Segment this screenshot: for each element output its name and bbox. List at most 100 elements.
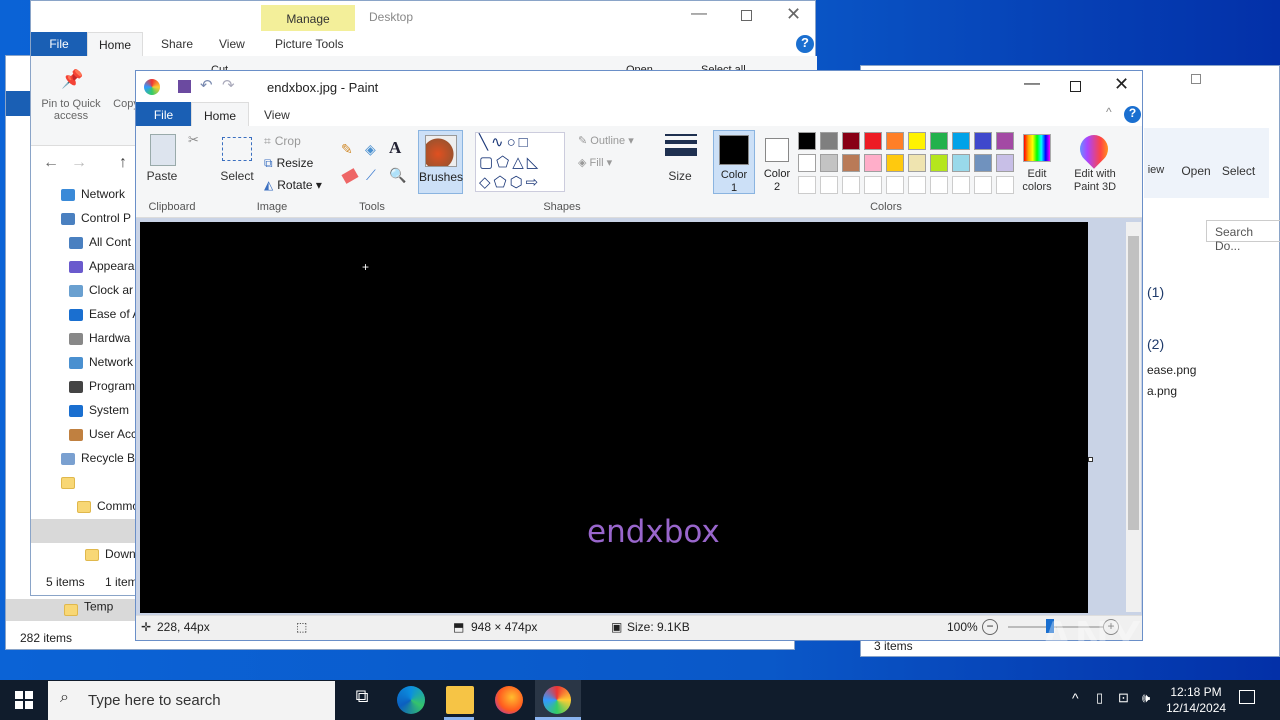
back-button[interactable]: ← [43, 154, 59, 172]
canvas-image[interactable]: + endxbox [140, 222, 1088, 613]
tab-home[interactable]: Home [87, 32, 143, 57]
nav-item[interactable]: Appeara [69, 259, 137, 273]
palette-color-swatch[interactable] [974, 154, 992, 172]
shapes-gallery[interactable]: ╲∿○□ ▢⬠△◺ ◇⬠⬡⇨ [475, 132, 565, 192]
pencil-icon[interactable]: ✎ [341, 141, 353, 158]
nav-item[interactable]: Hardwa [69, 331, 137, 345]
paste-button[interactable]: Paste [144, 169, 180, 183]
palette-color-swatch[interactable] [908, 132, 926, 150]
help-icon[interactable]: ? [1124, 106, 1141, 123]
pin-quick-access-button[interactable]: Pin to Quick access [36, 98, 106, 122]
palette-color-swatch[interactable] [930, 154, 948, 172]
palette-color-swatch[interactable] [864, 132, 882, 150]
palette-color-swatch[interactable] [952, 154, 970, 172]
task-view-icon[interactable]: ⧉ [348, 686, 376, 714]
nav-item-temp[interactable]: Temp [6, 599, 136, 621]
palette-color-swatch[interactable] [864, 154, 882, 172]
maximize-button[interactable] [1191, 74, 1201, 84]
file-item[interactable]: ease.png [1147, 363, 1196, 377]
device-icon[interactable]: ▯ [1096, 690, 1103, 706]
palette-color-swatch[interactable] [974, 132, 992, 150]
nav-item[interactable]: Ease of A [69, 307, 137, 321]
palette-color-swatch[interactable] [864, 176, 882, 194]
open-button[interactable]: Open [1176, 164, 1216, 178]
zoom-out-button[interactable]: − [982, 619, 998, 635]
manage-tab[interactable]: Manage [261, 5, 355, 31]
nav-item[interactable]: Clock ar [69, 283, 137, 297]
file-explorer-icon[interactable] [446, 686, 474, 714]
palette-color-swatch[interactable] [886, 132, 904, 150]
palette-color-swatch[interactable] [842, 154, 860, 172]
edit-with-paint3d-button[interactable]: Edit with Paint 3D [1066, 168, 1124, 194]
firefox-icon[interactable] [495, 686, 523, 714]
tab-file[interactable]: File [136, 102, 191, 126]
close-button[interactable]: ✕ [786, 4, 801, 25]
close-button[interactable]: ✕ [1114, 74, 1129, 95]
fill-button[interactable]: Fill [590, 157, 604, 169]
minimize-button[interactable]: — [691, 5, 707, 23]
palette-color-swatch[interactable] [974, 176, 992, 194]
size-button[interactable]: Size [660, 169, 700, 183]
maximize-button[interactable] [1070, 81, 1081, 92]
nav-item[interactable]: Commo [77, 499, 137, 513]
nav-item[interactable]: Downl [85, 547, 137, 561]
maximize-button[interactable] [741, 10, 752, 21]
show-hidden-icons[interactable]: ^ [1072, 690, 1079, 706]
tab-file[interactable]: File [31, 32, 87, 56]
palette-color-swatch[interactable] [996, 176, 1014, 194]
nav-item[interactable]: User Acc [69, 427, 137, 441]
select-button[interactable]: Select [216, 169, 258, 183]
nav-item[interactable]: Recycle B [61, 451, 137, 465]
search-input[interactable]: Search Do... [1206, 220, 1280, 253]
outline-button[interactable]: Outline [590, 135, 625, 147]
clock[interactable]: 12:18 PM 12/14/2024 [1166, 684, 1226, 716]
palette-color-swatch[interactable] [820, 132, 838, 150]
file-item[interactable]: a.png [1147, 384, 1177, 398]
up-button[interactable]: ↑ [119, 154, 127, 172]
select-button[interactable]: Select [1216, 164, 1261, 178]
palette-color-swatch[interactable] [930, 132, 948, 150]
brushes-button[interactable]: Brushes [418, 130, 463, 194]
view-button[interactable]: iew [1141, 164, 1171, 176]
nav-item[interactable]: All Cont [69, 235, 137, 249]
palette-color-swatch[interactable] [820, 154, 838, 172]
tab-view[interactable]: View [219, 37, 245, 51]
color-picker-icon[interactable]: ⟋ [366, 167, 376, 184]
palette-color-swatch[interactable] [952, 176, 970, 194]
undo-icon[interactable]: ↶ [200, 76, 213, 94]
nav-item[interactable]: Program [69, 379, 137, 393]
text-tool-icon[interactable]: A [389, 138, 401, 158]
edge-icon[interactable] [397, 686, 425, 714]
nav-item[interactable]: Network [61, 187, 137, 201]
palette-color-swatch[interactable] [842, 176, 860, 194]
palette-color-swatch[interactable] [886, 176, 904, 194]
palette-color-swatch[interactable] [908, 154, 926, 172]
notifications-icon[interactable] [1239, 690, 1255, 704]
palette-color-swatch[interactable] [886, 154, 904, 172]
palette-color-swatch[interactable] [798, 132, 816, 150]
minimize-button[interactable]: — [1024, 75, 1040, 93]
palette-color-swatch[interactable] [798, 176, 816, 194]
forward-button[interactable]: → [71, 154, 87, 172]
cut-icon[interactable]: ✂ [188, 132, 199, 148]
nav-item[interactable]: Network [69, 355, 137, 369]
crop-button[interactable]: Crop [275, 134, 301, 148]
palette-color-swatch[interactable] [930, 176, 948, 194]
fill-bucket-icon[interactable]: ◈ [365, 141, 376, 158]
tab-home[interactable]: Home [191, 102, 249, 127]
palette-color-swatch[interactable] [952, 132, 970, 150]
help-icon[interactable]: ? [796, 35, 814, 53]
color1-button[interactable]: Color 1 [713, 130, 755, 194]
resize-button[interactable]: Resize [277, 156, 314, 170]
start-button[interactable] [15, 691, 33, 709]
palette-color-swatch[interactable] [908, 176, 926, 194]
nav-item[interactable]: Control P [61, 211, 137, 225]
save-icon[interactable] [178, 80, 191, 93]
palette-color-swatch[interactable] [798, 154, 816, 172]
tab-view[interactable]: View [264, 108, 290, 122]
palette-color-swatch[interactable] [842, 132, 860, 150]
collapse-ribbon-icon[interactable]: ^ [1106, 105, 1112, 119]
palette-color-swatch[interactable] [996, 154, 1014, 172]
nav-item[interactable]: System [69, 403, 137, 417]
redo-icon[interactable]: ↷ [222, 76, 235, 94]
